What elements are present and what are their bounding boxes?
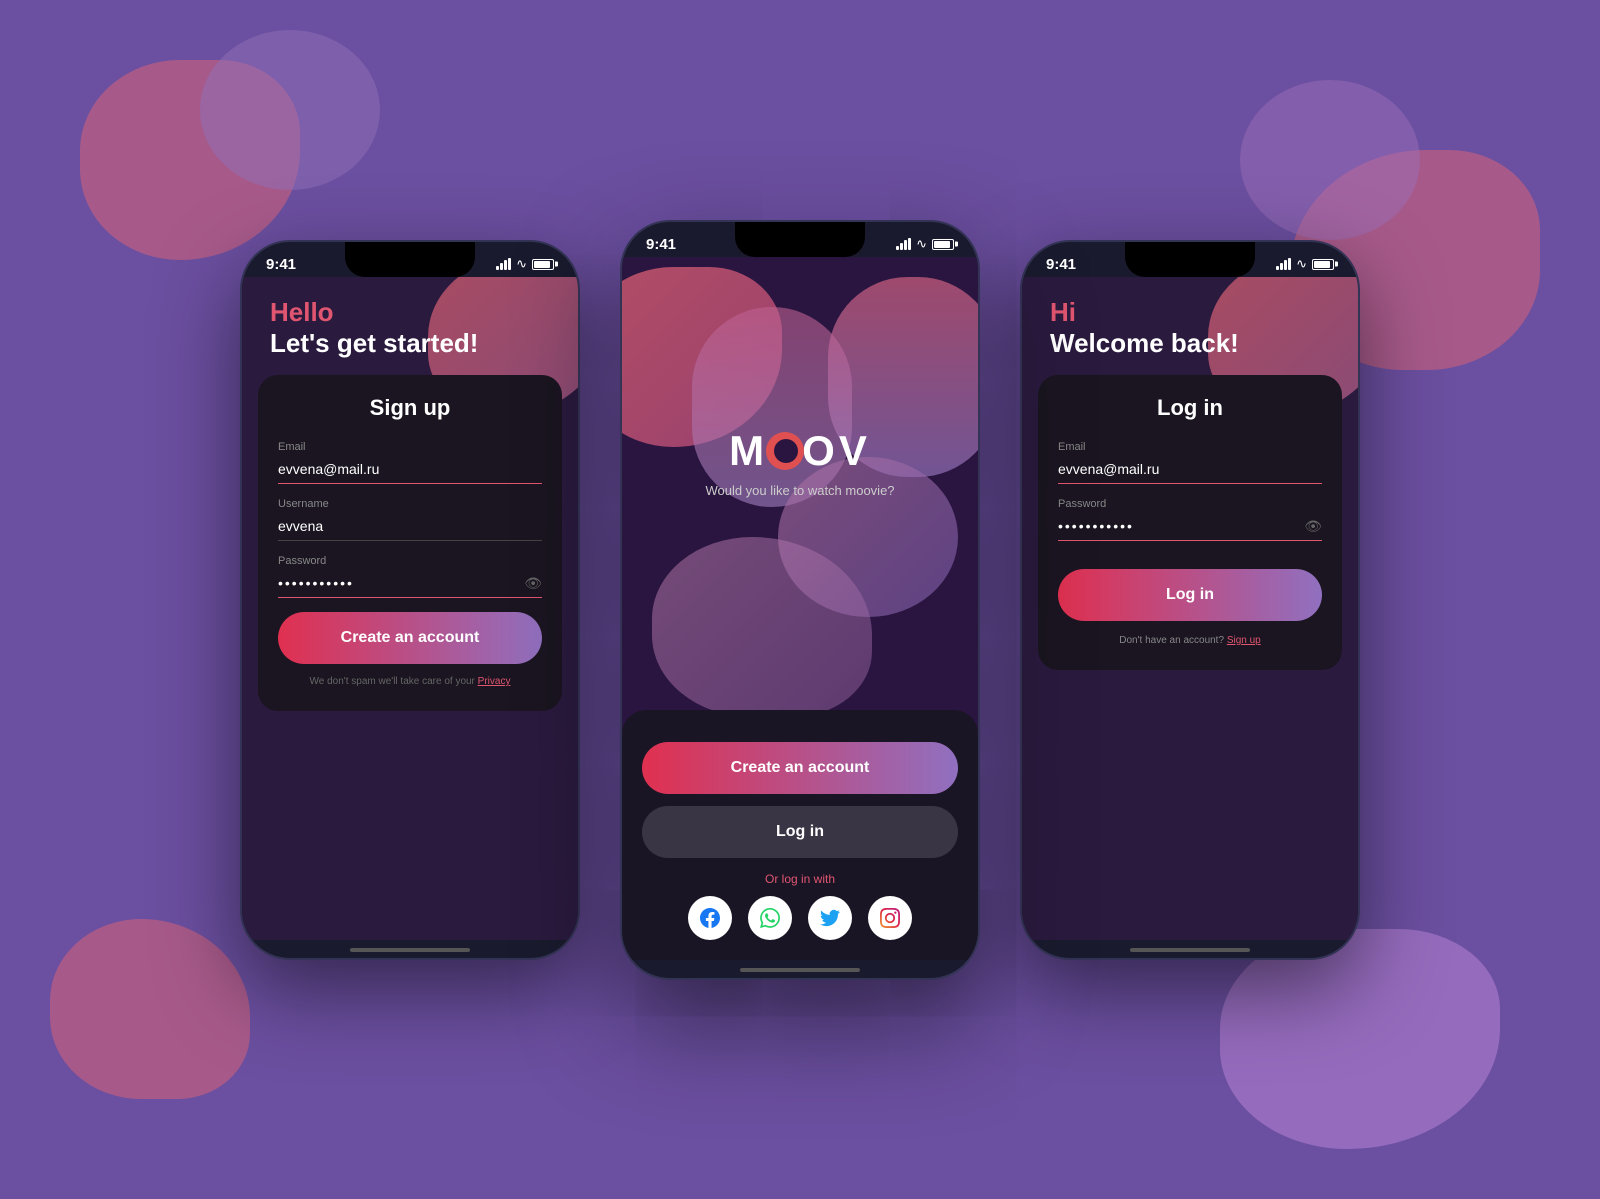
or-login-text: Or log in with [642,872,958,886]
landing-login-button[interactable]: Log in [642,806,958,858]
notch-3 [1125,242,1255,277]
home-indicator-3 [1130,948,1250,952]
time-3: 9:41 [1046,256,1076,273]
battery-icon-3 [1312,259,1334,270]
logo-ov: OV [802,427,871,475]
status-icons-3: ∿ [1276,256,1334,272]
eye-icon-login[interactable]: 👁 [1304,518,1322,535]
phone3-content: Hi Welcome back! Log in Email Password 👁 [1022,277,1358,940]
bg-blob-5 [50,919,250,1099]
password-input[interactable] [278,571,542,598]
login-email-input[interactable] [1058,457,1322,484]
password-label: Password [278,555,542,567]
phone-signup: 9:41 ∿ Hello Let's get started! Sign up [240,240,580,960]
login-button[interactable]: Log in [1058,569,1322,621]
status-icons-2: ∿ [896,236,954,252]
phone1-header: Hello Let's get started! [242,277,578,375]
signal-icon-3 [1276,258,1291,270]
password-input-row: 👁 [278,571,542,598]
phones-container: 9:41 ∿ Hello Let's get started! Sign up [240,220,1360,980]
password-group: Password 👁 [278,555,542,598]
phone1-content: Hello Let's get started! Sign up Email U… [242,277,578,940]
time-1: 9:41 [266,256,296,273]
eye-icon[interactable]: 👁 [524,575,542,592]
get-started-text: Let's get started! [270,328,550,359]
signup-form-card: Sign up Email Username Password [258,375,562,711]
login-password-label: Password [1058,498,1322,510]
phone-login: 9:41 ∿ Hi Welcome back! Log in [1020,240,1360,960]
phone3-header: Hi Welcome back! [1022,277,1358,375]
login-form-title: Log in [1058,395,1322,421]
wifi-icon-2: ∿ [916,236,927,252]
email-group: Email [278,441,542,484]
landing-bottom-card: Create an account Log in Or log in with [622,710,978,960]
facebook-icon[interactable] [688,896,732,940]
home-indicator-2 [740,968,860,972]
logo-o-circle [766,432,804,470]
privacy-link[interactable]: Privacy [478,676,511,687]
login-password-group: Password 👁 [1058,498,1322,541]
phone-landing: 9:41 ∿ M [620,220,980,980]
wifi-icon-1: ∿ [516,256,527,272]
hello-text: Hello [270,297,550,328]
phone2-content: M OV Would you like to watch moovie? Cre… [622,257,978,960]
email-input-row [278,457,542,484]
username-input[interactable] [278,514,542,541]
welcome-text: Welcome back! [1050,328,1330,359]
home-indicator-1 [350,948,470,952]
logo-area: M OV Would you like to watch moovie? [622,257,978,498]
twitter-icon[interactable] [808,896,852,940]
bg-blob-4 [1240,80,1420,240]
signup-link[interactable]: Sign up [1227,635,1261,646]
login-password-input[interactable] [1058,514,1322,541]
signup-form-title: Sign up [278,395,542,421]
login-email-group: Email [1058,441,1322,484]
wifi-icon-3: ∿ [1296,256,1307,272]
landing-create-account-button[interactable]: Create an account [642,742,958,794]
email-input[interactable] [278,457,542,484]
bg-blob-2 [200,30,380,190]
hi-text: Hi [1050,297,1330,328]
signal-icon-2 [896,238,911,250]
login-email-input-row [1058,457,1322,484]
username-input-row [278,514,542,541]
instagram-icon[interactable] [868,896,912,940]
logo-m: M [729,427,768,475]
signal-icon-1 [496,258,511,270]
status-icons-1: ∿ [496,256,554,272]
username-label: Username [278,498,542,510]
social-icons-row [642,896,958,940]
battery-icon-2 [932,239,954,250]
no-account-text: Don't have an account? Sign up [1058,635,1322,646]
moov-logo: M OV [729,427,871,475]
whatsapp-icon[interactable] [748,896,792,940]
username-group: Username [278,498,542,541]
login-password-input-row: 👁 [1058,514,1322,541]
email-label: Email [278,441,542,453]
battery-icon-1 [532,259,554,270]
logo-o-inner [774,439,798,463]
privacy-text: We don't spam we'll take care of your Pr… [278,676,542,687]
time-2: 9:41 [646,236,676,253]
create-account-button[interactable]: Create an account [278,612,542,664]
login-form-card: Log in Email Password 👁 Log in [1038,375,1342,670]
login-email-label: Email [1058,441,1322,453]
moov-subtitle: Would you like to watch moovie? [705,483,894,498]
notch-2 [735,222,865,257]
notch-1 [345,242,475,277]
